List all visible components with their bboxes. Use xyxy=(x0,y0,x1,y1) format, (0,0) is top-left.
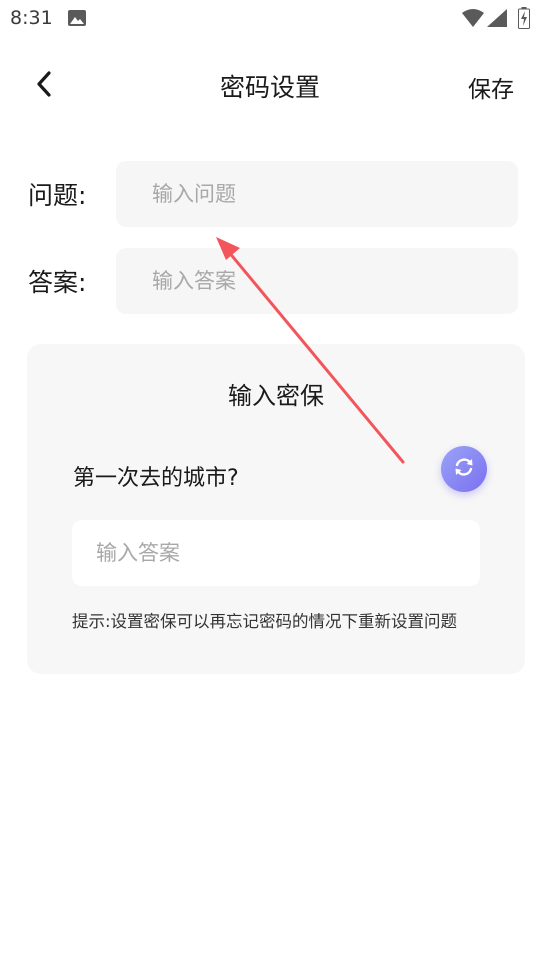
security-question-text: 第一次去的城市? xyxy=(73,466,239,491)
signal-icon xyxy=(487,9,507,31)
photo-icon xyxy=(68,10,86,26)
save-button[interactable]: 保存 xyxy=(468,70,514,104)
refresh-icon xyxy=(453,456,475,482)
refresh-question-button[interactable] xyxy=(441,446,487,492)
card-title: 输入密保 xyxy=(228,382,324,410)
header: 密码设置 保存 xyxy=(0,56,540,116)
answer-label: 答案: xyxy=(28,268,87,297)
answer-row: 答案: xyxy=(0,248,540,314)
status-bar: 8:31 xyxy=(0,0,540,38)
security-question-card: 输入密保 第一次去的城市? 提示:设置密保可以再忘记密码的情况下重新设置问题 xyxy=(27,344,525,674)
battery-charging-icon xyxy=(518,7,530,33)
hint-text: 提示:设置密保可以再忘记密码的情况下重新设置问题 xyxy=(72,612,458,631)
page-title: 密码设置 xyxy=(219,73,320,102)
question-input[interactable] xyxy=(116,161,518,227)
wifi-icon xyxy=(462,9,484,31)
question-label: 问题: xyxy=(28,181,87,210)
security-answer-input[interactable] xyxy=(72,520,480,586)
question-row: 问题: xyxy=(0,161,540,227)
answer-input[interactable] xyxy=(116,248,518,314)
status-time: 8:31 xyxy=(10,7,53,29)
